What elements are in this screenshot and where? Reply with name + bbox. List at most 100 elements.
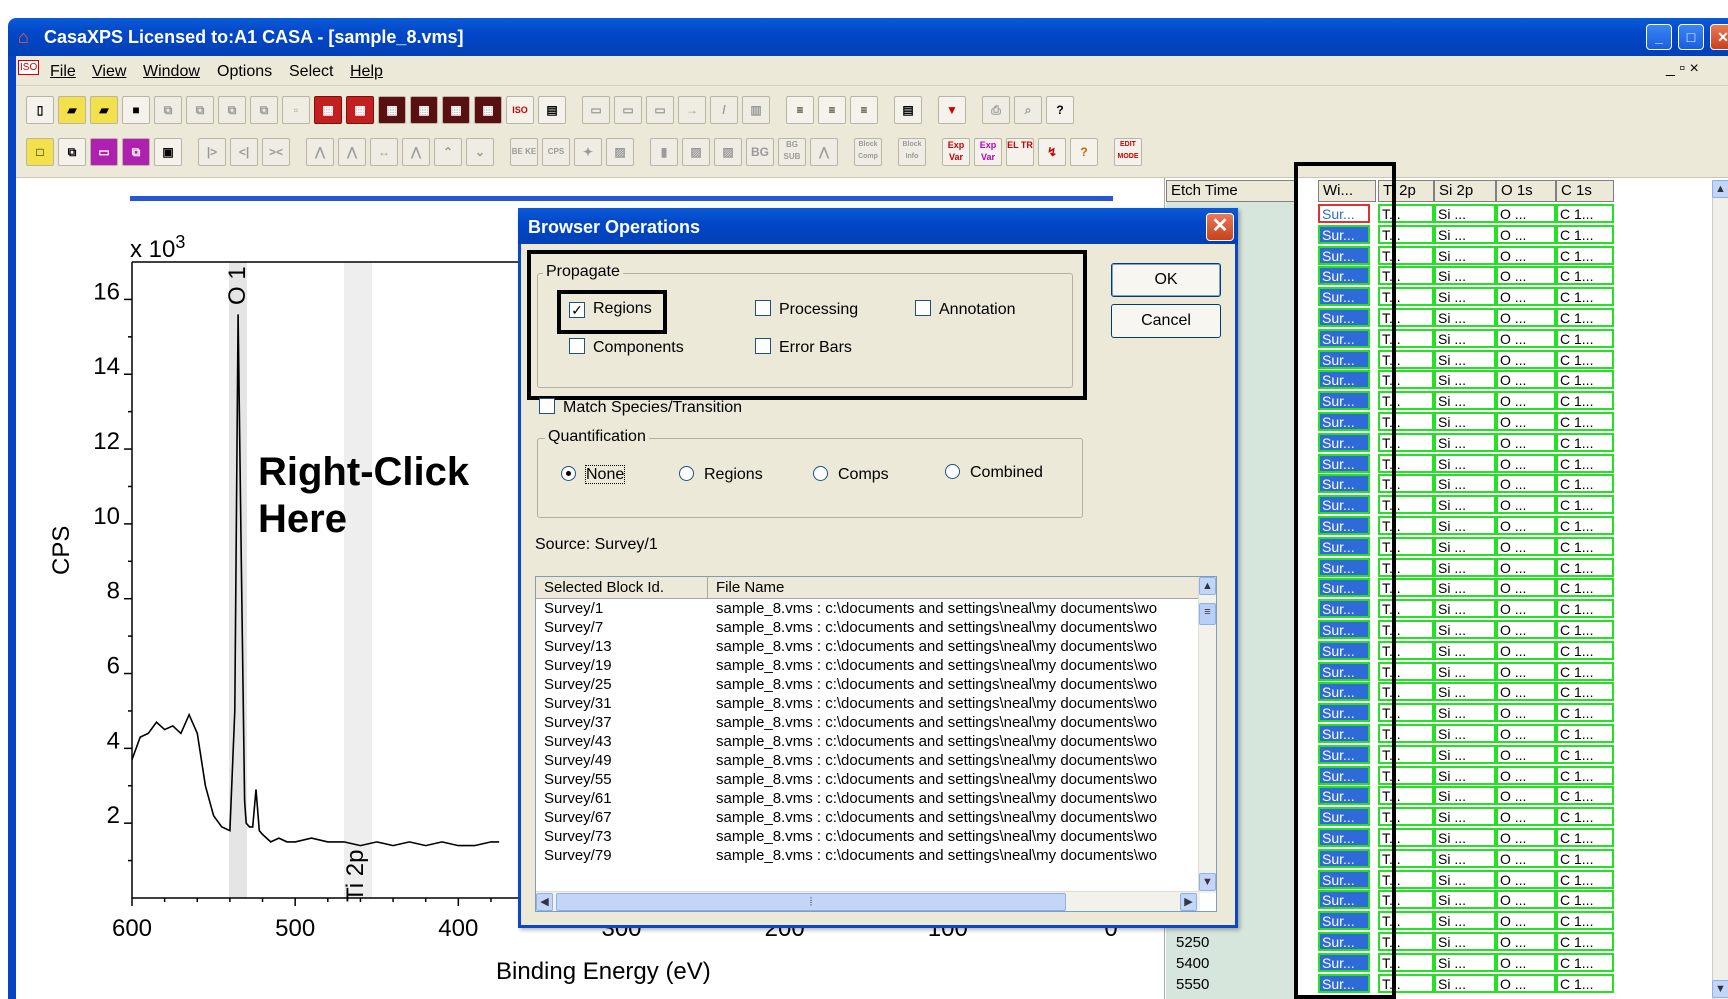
browser-cell[interactable]: Si ... bbox=[1434, 516, 1496, 535]
browser-cell[interactable]: Si ... bbox=[1434, 287, 1496, 307]
browser-cell[interactable]: Si ... bbox=[1434, 328, 1496, 348]
list-item[interactable]: Survey/67 sample_8.vms : c:\documents and… bbox=[536, 809, 1196, 828]
browser-cell[interactable]: Si ... bbox=[1434, 744, 1496, 764]
browser-cell[interactable]: O ... bbox=[1496, 245, 1556, 265]
browser-cell[interactable]: C 1... bbox=[1556, 516, 1614, 535]
browser-col-header[interactable]: Etch Time bbox=[1166, 180, 1298, 202]
browser-cell[interactable]: O ... bbox=[1496, 661, 1556, 681]
browser-cell[interactable]: Si ... bbox=[1434, 453, 1496, 473]
browser-cell[interactable]: C 1... bbox=[1556, 245, 1614, 265]
browser-cell[interactable]: Si ... bbox=[1434, 640, 1496, 660]
browser-cell[interactable]: O ... bbox=[1496, 370, 1556, 390]
scroll-left-icon[interactable]: ◀ bbox=[536, 893, 553, 911]
browser-cell[interactable]: O ... bbox=[1496, 786, 1556, 806]
browser-cell[interactable]: O ... bbox=[1496, 703, 1556, 723]
browser-cell[interactable]: O ... bbox=[1496, 952, 1556, 972]
list-vertical-scrollbar[interactable]: ▲ ≡ ▼ bbox=[1198, 577, 1216, 893]
match-species-checkbox[interactable]: Match Species/Transition bbox=[539, 398, 742, 417]
browser-cell[interactable]: O ... bbox=[1496, 599, 1556, 619]
browser-cell[interactable]: C 1... bbox=[1556, 495, 1614, 515]
browser-cell[interactable]: O ... bbox=[1496, 578, 1556, 598]
list-item[interactable]: Survey/61 sample_8.vms : c:\documents and… bbox=[536, 790, 1196, 809]
browser-vertical-scrollbar[interactable]: ▲ ▼ bbox=[1712, 180, 1728, 999]
browser-cell[interactable]: Si ... bbox=[1434, 869, 1496, 889]
browser-cell[interactable]: Si ... bbox=[1434, 349, 1496, 369]
annotation-checkbox[interactable]: Annotation bbox=[915, 300, 1016, 319]
browser-cell[interactable]: Si ... bbox=[1434, 848, 1496, 868]
browser-cell[interactable]: O ... bbox=[1496, 308, 1556, 327]
browser-cell[interactable]: O ... bbox=[1496, 932, 1556, 951]
block-list[interactable]: Selected Block Id. File Name Survey/1 sam… bbox=[535, 576, 1217, 912]
list-item[interactable]: Survey/13 sample_8.vms : c:\documents and… bbox=[536, 638, 1196, 657]
browser-cell[interactable]: Si ... bbox=[1434, 682, 1496, 702]
browser-cell[interactable]: C 1... bbox=[1556, 391, 1614, 411]
browser-cell[interactable]: C 1... bbox=[1556, 536, 1614, 556]
processing-checkbox[interactable]: Processing bbox=[755, 300, 858, 319]
browser-cell[interactable]: C 1... bbox=[1556, 412, 1614, 431]
browser-cell[interactable]: O ... bbox=[1496, 453, 1556, 473]
browser-cell[interactable]: C 1... bbox=[1556, 724, 1614, 743]
browser-cell[interactable]: Si ... bbox=[1434, 578, 1496, 598]
browser-cell[interactable]: O ... bbox=[1496, 682, 1556, 702]
scroll-down-icon[interactable]: ▼ bbox=[1199, 873, 1216, 891]
list-item[interactable]: Survey/73 sample_8.vms : c:\documents and… bbox=[536, 828, 1196, 847]
list-item[interactable]: Survey/1 sample_8.vms : c:\documents and … bbox=[536, 600, 1196, 619]
browser-cell[interactable]: O ... bbox=[1496, 266, 1556, 286]
quant-regions-radio[interactable]: Regions bbox=[679, 466, 763, 484]
browser-cell[interactable]: C 1... bbox=[1556, 911, 1614, 931]
browser-cell[interactable]: C 1... bbox=[1556, 224, 1614, 244]
browser-cell[interactable]: O ... bbox=[1496, 724, 1556, 743]
browser-cell[interactable]: O ... bbox=[1496, 848, 1556, 868]
browser-cell[interactable]: O ... bbox=[1496, 204, 1556, 223]
browser-cell[interactable]: O ... bbox=[1496, 495, 1556, 515]
list-item[interactable]: Survey/55 sample_8.vms : c:\documents and… bbox=[536, 771, 1196, 790]
quant-comps-radio[interactable]: Comps bbox=[813, 466, 889, 484]
browser-cell[interactable]: Si ... bbox=[1434, 828, 1496, 847]
browser-col-header[interactable]: C 1s bbox=[1556, 180, 1614, 202]
browser-cell[interactable]: Si ... bbox=[1434, 204, 1496, 223]
browser-cell[interactable]: O ... bbox=[1496, 911, 1556, 931]
quant-none-radio[interactable]: None bbox=[561, 465, 626, 484]
browser-cell[interactable]: C 1... bbox=[1556, 370, 1614, 390]
scroll-thumb[interactable]: ⦙ bbox=[556, 893, 1066, 911]
browser-cell[interactable]: C 1... bbox=[1556, 828, 1614, 847]
list-item[interactable]: Survey/43 sample_8.vms : c:\documents and… bbox=[536, 733, 1196, 752]
dialog-close-button[interactable]: ✕ bbox=[1206, 213, 1234, 241]
browser-cell[interactable]: Si ... bbox=[1434, 536, 1496, 556]
browser-cell[interactable]: C 1... bbox=[1556, 640, 1614, 660]
browser-cell[interactable]: C 1... bbox=[1556, 349, 1614, 369]
list-item[interactable]: Survey/79 sample_8.vms : c:\documents and… bbox=[536, 847, 1196, 866]
browser-cell[interactable]: Si ... bbox=[1434, 474, 1496, 494]
quant-combined-radio[interactable]: Combined bbox=[945, 464, 1043, 482]
list-item[interactable]: Survey/25 sample_8.vms : c:\documents and… bbox=[536, 676, 1196, 695]
browser-cell[interactable]: Si ... bbox=[1434, 370, 1496, 390]
list-item[interactable]: Survey/19 sample_8.vms : c:\documents and… bbox=[536, 657, 1196, 676]
browser-cell[interactable]: C 1... bbox=[1556, 973, 1614, 993]
components-checkbox[interactable]: Components bbox=[569, 338, 684, 357]
browser-cell[interactable]: O ... bbox=[1496, 620, 1556, 639]
list-horizontal-scrollbar[interactable]: ◀ ⦙ ▶ bbox=[536, 891, 1200, 911]
browser-cell[interactable]: Si ... bbox=[1434, 266, 1496, 286]
browser-cell[interactable]: C 1... bbox=[1556, 744, 1614, 764]
col-header-block-id[interactable]: Selected Block Id. bbox=[536, 577, 708, 599]
browser-cell[interactable]: C 1... bbox=[1556, 661, 1614, 681]
browser-cell[interactable]: C 1... bbox=[1556, 204, 1614, 223]
browser-cell[interactable]: O ... bbox=[1496, 287, 1556, 307]
browser-cell[interactable]: O ... bbox=[1496, 890, 1556, 910]
browser-cell[interactable]: O ... bbox=[1496, 224, 1556, 244]
browser-cell[interactable]: Si ... bbox=[1434, 391, 1496, 411]
browser-cell[interactable]: Si ... bbox=[1434, 599, 1496, 619]
browser-cell[interactable]: Si ... bbox=[1434, 932, 1496, 951]
browser-cell[interactable]: O ... bbox=[1496, 828, 1556, 847]
browser-cell[interactable]: C 1... bbox=[1556, 432, 1614, 452]
browser-cell[interactable]: C 1... bbox=[1556, 453, 1614, 473]
browser-cell[interactable]: Si ... bbox=[1434, 973, 1496, 993]
scroll-thumb[interactable]: ≡ bbox=[1199, 603, 1216, 625]
browser-cell[interactable]: Si ... bbox=[1434, 557, 1496, 577]
browser-cell[interactable]: O ... bbox=[1496, 474, 1556, 494]
browser-cell[interactable]: O ... bbox=[1496, 516, 1556, 535]
browser-cell[interactable]: C 1... bbox=[1556, 599, 1614, 619]
browser-cell[interactable]: O ... bbox=[1496, 744, 1556, 764]
browser-cell[interactable]: C 1... bbox=[1556, 807, 1614, 827]
browser-cell[interactable]: Si ... bbox=[1434, 807, 1496, 827]
